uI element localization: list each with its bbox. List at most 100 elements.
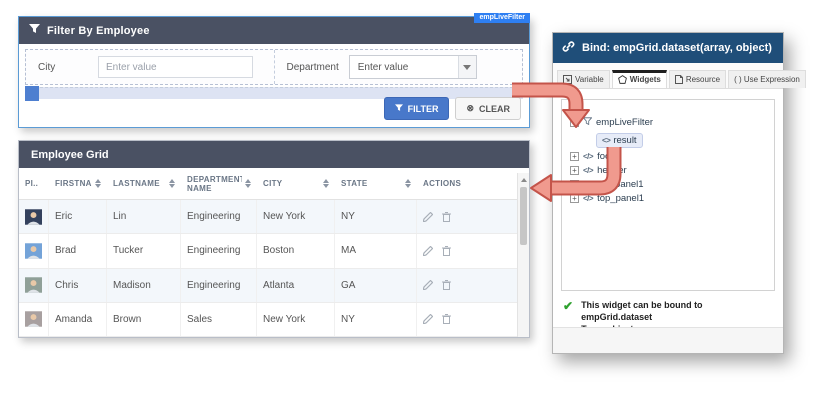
bind-status-message: ✔ This widget can be bound to empGrid.da… [553, 295, 783, 329]
variable-icon [563, 75, 572, 84]
cell-state: NY [335, 303, 417, 336]
code-icon: </> [583, 180, 593, 189]
bind-message-line1: This widget can be bound to empGrid.data… [581, 299, 773, 323]
tree-item-header[interactable]: + </> header [570, 164, 766, 177]
tree-item-result-wrap: <> result [596, 130, 766, 148]
cell-department: Engineering [181, 269, 257, 302]
tab-variable[interactable]: Variable [557, 70, 610, 88]
table-scrollbar[interactable] [517, 173, 529, 337]
edit-button[interactable] [423, 314, 433, 324]
bind-dialog-tabs: Variable Widgets Resource ( ) Use Expres… [553, 63, 783, 89]
cell-lastname: Tucker [107, 234, 181, 267]
employee-avatar [25, 207, 42, 227]
column-header-lastname[interactable]: LASTNAME [107, 168, 181, 199]
table-row[interactable]: Amanda Brown Sales New York NY [19, 303, 529, 337]
drag-handle[interactable] [25, 86, 39, 101]
department-label: Department [287, 62, 339, 73]
filter-by-employee-panel: empLiveFilter Filter By Employee City De… [18, 16, 530, 128]
cell-city: New York [257, 200, 335, 233]
cell-state: MA [335, 234, 417, 267]
expand-icon[interactable]: + [570, 152, 579, 161]
department-select[interactable]: Enter value [349, 55, 477, 79]
expand-icon[interactable]: + [570, 180, 579, 189]
dialog-footer-strip [553, 327, 783, 353]
column-header-picture[interactable]: PI.. [19, 168, 49, 199]
filter-panel-body: City Department Enter value [19, 44, 529, 127]
collapse-icon[interactable]: - [570, 118, 579, 127]
filter-button[interactable]: FILTER [384, 97, 450, 120]
cell-department: Engineering [181, 234, 257, 267]
code-icon: </> [583, 194, 593, 203]
sort-icon[interactable] [242, 176, 251, 191]
grid-panel-header: Employee Grid [19, 141, 529, 168]
edit-button[interactable] [423, 212, 433, 222]
tree-item-footer[interactable]: + </> footer [570, 150, 766, 163]
clear-icon: ⊗ [466, 103, 474, 114]
filter-funnel-icon [29, 24, 40, 37]
delete-button[interactable] [442, 280, 451, 290]
tree-item-left-panel1[interactable]: + </> left_panel1 [570, 178, 766, 191]
expand-icon[interactable]: + [570, 166, 579, 175]
link-icon [562, 40, 575, 56]
cell-lastname: Madison [107, 269, 181, 302]
city-input[interactable] [98, 56, 253, 78]
employee-grid-panel: Employee Grid PI.. FIRSTNAME LASTNAME DE… [18, 140, 530, 338]
edit-button[interactable] [423, 246, 433, 256]
column-header-firstname[interactable]: FIRSTNAME [49, 168, 107, 199]
clear-button[interactable]: ⊗ CLEAR [455, 97, 521, 120]
column-header-actions: ACTIONS [417, 168, 529, 199]
expand-icon[interactable]: + [570, 194, 579, 203]
table-header-row: PI.. FIRSTNAME LASTNAME DEPARTMENT NAME … [19, 168, 529, 200]
bind-dialog: Bind: empGrid.dataset(array, object) Var… [552, 32, 784, 354]
cell-lastname: Lin [107, 200, 181, 233]
column-header-state[interactable]: STATE [335, 168, 417, 199]
column-header-city[interactable]: CITY [257, 168, 335, 199]
cell-lastname: Brown [107, 303, 181, 336]
cell-state: NY [335, 200, 417, 233]
code-icon: </> [583, 166, 593, 175]
tab-widgets[interactable]: Widgets [612, 70, 667, 88]
tab-use-expression[interactable]: ( ) Use Expression [728, 70, 806, 88]
scroll-up-button[interactable] [518, 173, 529, 186]
table-row[interactable]: Brad Tucker Engineering Boston MA [19, 234, 529, 268]
city-field-group: City [26, 50, 275, 84]
tree-item-result[interactable]: <> result [596, 133, 643, 148]
sort-icon[interactable] [402, 176, 411, 191]
widgets-tree: - empLiveFilter <> result + </> footer +… [561, 99, 775, 291]
employee-avatar [25, 275, 42, 295]
city-label: City [38, 62, 88, 73]
tab-resource[interactable]: Resource [669, 70, 726, 88]
delete-button[interactable] [442, 314, 451, 324]
check-icon: ✔ [563, 299, 573, 329]
sort-icon[interactable] [166, 176, 175, 191]
sort-icon[interactable] [92, 176, 101, 191]
filter-funnel-icon [583, 117, 592, 129]
employee-avatar [25, 241, 42, 261]
resource-icon [675, 75, 683, 84]
table-row[interactable]: Chris Madison Engineering Atlanta GA [19, 269, 529, 303]
cell-city: New York [257, 303, 335, 336]
grid-panel-title: Employee Grid [31, 149, 109, 161]
design-canvas: empLiveFilter Filter By Employee City De… [0, 0, 820, 402]
filter-panel-header: Filter By Employee [19, 17, 529, 44]
tree-item-empLiveFilter[interactable]: - empLiveFilter [570, 116, 766, 129]
filter-panel-title: Filter By Employee [47, 25, 150, 37]
sort-icon[interactable] [320, 176, 329, 191]
department-select-value: Enter value [358, 62, 409, 73]
column-header-department[interactable]: DEPARTMENT NAME [181, 168, 257, 199]
code-icon: <> [602, 136, 610, 145]
widgets-icon [618, 75, 627, 84]
delete-button[interactable] [442, 212, 451, 222]
cell-firstname: Amanda [49, 303, 107, 336]
delete-button[interactable] [442, 246, 451, 256]
filter-actions-row: FILTER ⊗ CLEAR [384, 97, 521, 120]
bind-dialog-title: Bind: empGrid.dataset(array, object) [582, 42, 772, 54]
filter-funnel-icon [395, 104, 403, 114]
cell-firstname: Chris [49, 269, 107, 302]
scrollbar-thumb[interactable] [520, 187, 527, 245]
chevron-down-icon [458, 56, 476, 78]
cell-state: GA [335, 269, 417, 302]
table-row[interactable]: Eric Lin Engineering New York NY [19, 200, 529, 234]
edit-button[interactable] [423, 280, 433, 290]
tree-item-top-panel1[interactable]: + </> top_panel1 [570, 192, 766, 205]
